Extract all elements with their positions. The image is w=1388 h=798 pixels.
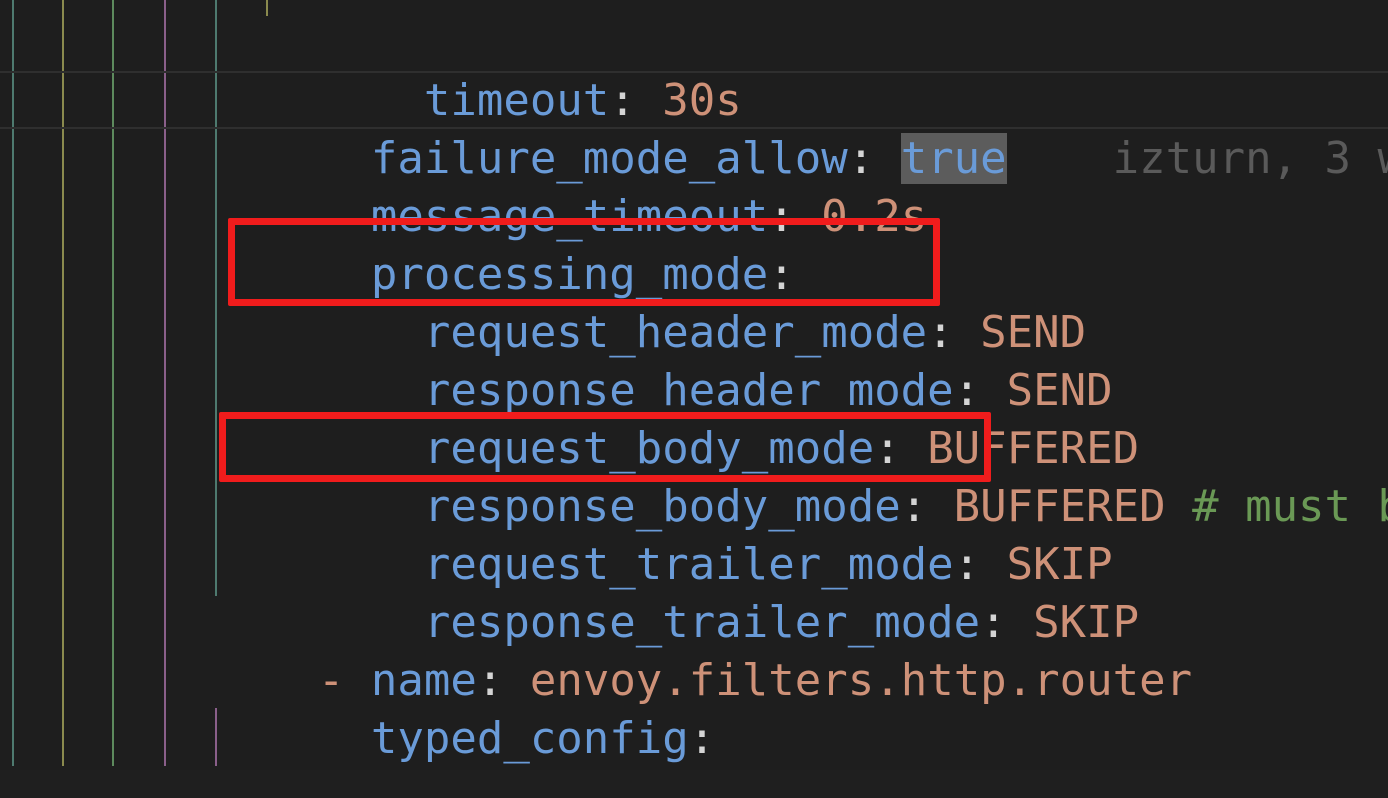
code-line-processing-mode[interactable]: processing_mode: [0, 188, 1388, 300]
code-line-response-body-mode[interactable]: response_body_mode: BUFFERED # must be t… [0, 420, 1388, 532]
code-line-name-router[interactable]: - name: envoy.filters.http.router [0, 594, 1388, 706]
code-surface[interactable]: timeout: 30s failure_mode_allow: true iz… [0, 0, 1388, 770]
editor-bottom-strip [0, 770, 1388, 798]
code-line-request-trailer-mode[interactable]: request_trailer_mode: SKIP [0, 478, 1388, 590]
code-line-at-type[interactable]: '@type': type.googleapis.com/envoy.exten… [0, 710, 1388, 768]
code-line-timeout[interactable]: timeout: 30s [0, 14, 1388, 126]
code-line-failure-mode-allow[interactable]: failure_mode_allow: true izturn, 3 weeks… [0, 72, 1388, 184]
code-line-message-timeout[interactable]: message_timeout: 0.2s [0, 130, 1388, 242]
code-line-request-body-mode[interactable]: request_body_mode: BUFFERED [0, 362, 1388, 474]
code-line-response-trailer-mode[interactable]: response_trailer_mode: SKIP [0, 536, 1388, 648]
code-line-response-header-mode[interactable]: response_header_mode: SEND [0, 304, 1388, 416]
code-line-typed-config[interactable]: typed_config: [0, 652, 1388, 764]
code-line-request-header-mode[interactable]: request_header_mode: SEND [0, 246, 1388, 358]
code-editor[interactable]: timeout: 30s failure_mode_allow: true iz… [0, 0, 1388, 798]
